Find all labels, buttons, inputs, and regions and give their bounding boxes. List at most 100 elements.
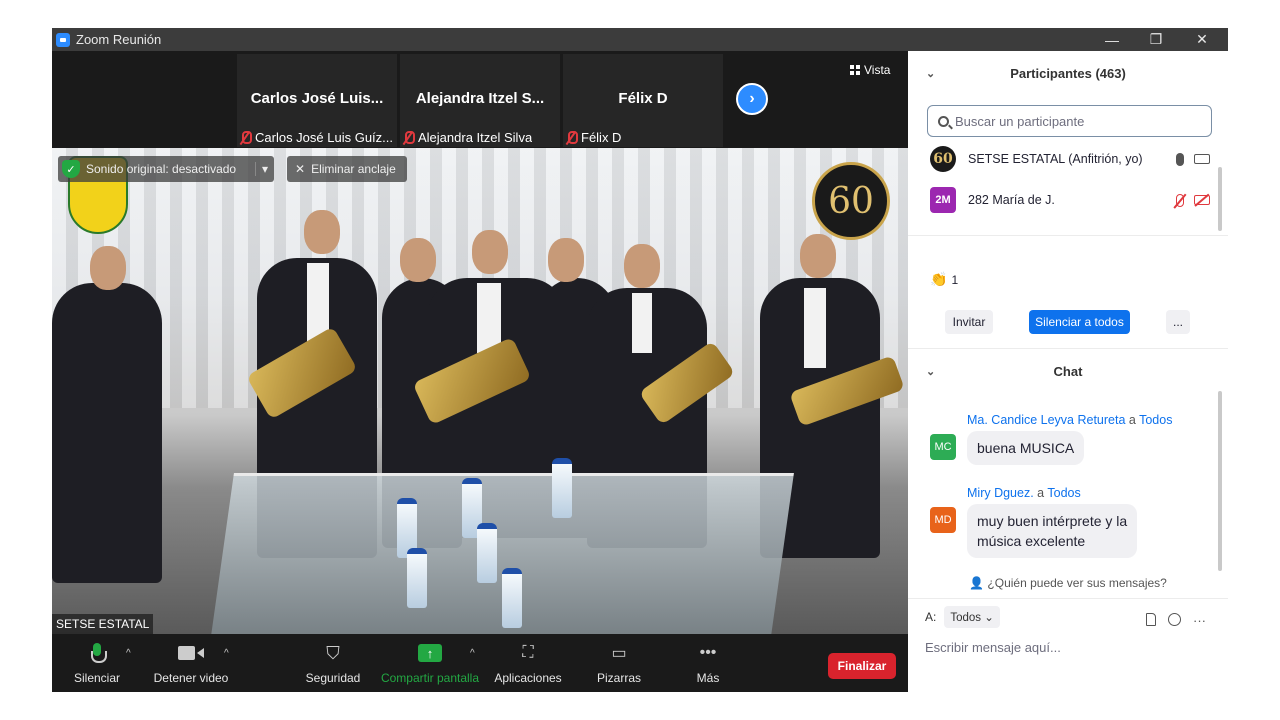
apps-button[interactable]: ⛶ Aplicaciones xyxy=(492,634,564,692)
thumbnail-label-text: Alejandra Itzel Silva xyxy=(418,130,533,145)
mic-muted-icon[interactable] xyxy=(1176,193,1184,207)
share-screen-button[interactable]: ↑ Compartir pantalla xyxy=(378,634,482,692)
unpin-label: Eliminar anclaje xyxy=(311,162,396,176)
zoom-app-icon xyxy=(56,32,70,47)
participant-row[interactable]: 2M 282 María de J. xyxy=(930,186,1210,214)
chat-message-input[interactable]: Escribir mensaje aquí... xyxy=(925,640,1061,655)
anniversary-logo-text: 60 xyxy=(828,180,874,222)
mute-all-button[interactable]: Silenciar a todos xyxy=(1029,310,1130,334)
security-button[interactable]: ⛉ Seguridad xyxy=(304,634,362,692)
window-title: Zoom Reunión xyxy=(76,32,162,47)
recipient-select[interactable]: Todos ⌄ xyxy=(944,606,1000,628)
mute-button[interactable]: Silenciar xyxy=(70,634,124,692)
chat-scrollbar[interactable] xyxy=(1218,391,1222,571)
avatar: MC xyxy=(930,434,956,460)
recipient-row: A: Todos ⌄ xyxy=(925,606,1000,628)
shield-icon: ⛉ xyxy=(326,642,340,663)
camera-off-icon[interactable] xyxy=(1194,195,1210,205)
participant-name: 282 María de J. xyxy=(968,193,1055,207)
chat-message[interactable]: muy buen intérprete y la música excelent… xyxy=(967,504,1138,558)
message-line: música excelente xyxy=(977,533,1086,549)
message-sender: Miry Dguez. a Todos xyxy=(967,486,1081,500)
view-label: Vista xyxy=(864,63,891,77)
sender-name[interactable]: Miry Dguez. xyxy=(967,486,1034,500)
close-button[interactable]: ✕ xyxy=(1179,28,1225,51)
participants-more-button[interactable]: ... xyxy=(1166,310,1190,334)
to-label: A: xyxy=(925,610,937,624)
water-bottle xyxy=(552,458,572,518)
water-bottle xyxy=(407,548,427,608)
file-icon[interactable] xyxy=(1146,613,1156,626)
person-head xyxy=(304,210,340,254)
security-label: Seguridad xyxy=(305,671,361,685)
thumbnail-display-name: Carlos José Luis... xyxy=(250,90,384,107)
thumbnail-label: Carlos José Luis Guíz... xyxy=(239,130,393,145)
message-line: muy buen intérprete y la xyxy=(977,513,1128,529)
participants-header: ⌄ Participantes (463) xyxy=(908,51,1228,95)
water-bottle xyxy=(502,568,522,628)
more-options-icon[interactable]: ··· xyxy=(1193,613,1206,628)
unpin-button[interactable]: ✕ Eliminar anclaje xyxy=(287,156,407,182)
person-head xyxy=(800,234,836,278)
search-placeholder: Buscar un participante xyxy=(955,113,1085,129)
avatar: MD xyxy=(930,507,956,533)
who-can-see-messages-link[interactable]: 👤 ¿Quién puede ver sus mensajes? xyxy=(908,576,1228,590)
stop-video-button[interactable]: Detener video xyxy=(152,634,230,692)
person-head xyxy=(548,238,584,282)
video-options-caret[interactable]: ^ xyxy=(224,648,229,659)
chat-title: Chat xyxy=(1053,363,1083,379)
restore-button[interactable]: ❐ xyxy=(1133,28,1179,51)
invite-button[interactable]: Invitar xyxy=(945,310,993,334)
participants-scrollbar[interactable] xyxy=(1218,167,1222,231)
view-button[interactable]: Vista xyxy=(850,63,890,77)
main-video[interactable]: 60 ✓ Sonido original: desactivado ▾ ✕ El… xyxy=(52,148,908,634)
divider xyxy=(908,598,1228,599)
sender-name[interactable]: Ma. Candice Leyva Retureta xyxy=(967,413,1125,427)
divider xyxy=(908,235,1228,236)
chevron-down-icon[interactable]: ▾ xyxy=(254,162,274,176)
whiteboards-label: Pizarras xyxy=(596,671,641,685)
person-head xyxy=(624,244,660,288)
whiteboard-icon: ▭ xyxy=(611,645,627,662)
share-options-caret[interactable]: ^ xyxy=(470,648,475,659)
water-bottle xyxy=(477,523,497,583)
collapse-participants-icon[interactable]: ⌄ xyxy=(926,67,935,80)
chat-header: ⌄ Chat xyxy=(908,349,1228,393)
reactions-summary: 👏 1 xyxy=(930,271,958,288)
collapse-chat-icon[interactable]: ⌄ xyxy=(926,365,935,378)
audio-options-caret[interactable]: ^ xyxy=(126,648,131,659)
more-dots-icon: ••• xyxy=(699,644,717,661)
microphone-icon[interactable] xyxy=(1176,152,1184,166)
mic-muted-icon xyxy=(565,130,578,145)
participant-search-input[interactable]: Buscar un participante xyxy=(927,105,1212,137)
person-figure xyxy=(52,283,162,583)
person-icon: 👤 xyxy=(969,576,985,590)
original-sound-toggle[interactable]: ✓ Sonido original: desactivado ▾ xyxy=(58,156,274,182)
recipient-value: Todos xyxy=(950,612,982,624)
speaker-name-tag: SETSE ESTATAL xyxy=(52,614,154,634)
participant-thumbnail[interactable]: Alejandra Itzel S... Alejandra Itzel Sil… xyxy=(400,54,560,147)
participant-row[interactable]: 60 SETSE ESTATAL (Anfitrión, yo) xyxy=(930,145,1210,173)
share-screen-icon: ↑ xyxy=(418,644,442,662)
camera-icon[interactable] xyxy=(1194,154,1210,164)
to-word: a xyxy=(1128,413,1136,427)
thumbnail-display-name: Félix D xyxy=(618,90,668,107)
participant-thumbnail[interactable]: Carlos José Luis... Carlos José Luis Guí… xyxy=(237,54,397,147)
emoji-icon[interactable] xyxy=(1168,613,1181,626)
shirt xyxy=(804,288,826,368)
recipient-name: Todos xyxy=(1047,486,1081,500)
more-button[interactable]: ••• Más xyxy=(690,634,726,692)
video-area: Carlos José Luis... Carlos José Luis Guí… xyxy=(52,51,908,634)
whiteboards-button[interactable]: ▭ Pizarras xyxy=(596,634,642,692)
stop-video-label: Detener video xyxy=(153,671,229,685)
chevron-down-icon: ⌄ xyxy=(984,612,994,624)
grid-icon xyxy=(850,65,860,75)
message-sender: Ma. Candice Leyva Retureta a Todos xyxy=(967,413,1172,427)
participant-thumbnail[interactable]: Félix D Félix D xyxy=(563,54,723,147)
next-page-button[interactable]: › xyxy=(736,83,768,115)
end-meeting-button[interactable]: Finalizar xyxy=(828,653,896,679)
chat-message[interactable]: buena MUSICA xyxy=(967,431,1085,465)
share-screen-label: Compartir pantalla xyxy=(380,671,480,685)
side-panel: ⌄ Participantes (463) Buscar un particip… xyxy=(908,51,1228,692)
minimize-button[interactable]: — xyxy=(1089,28,1135,51)
